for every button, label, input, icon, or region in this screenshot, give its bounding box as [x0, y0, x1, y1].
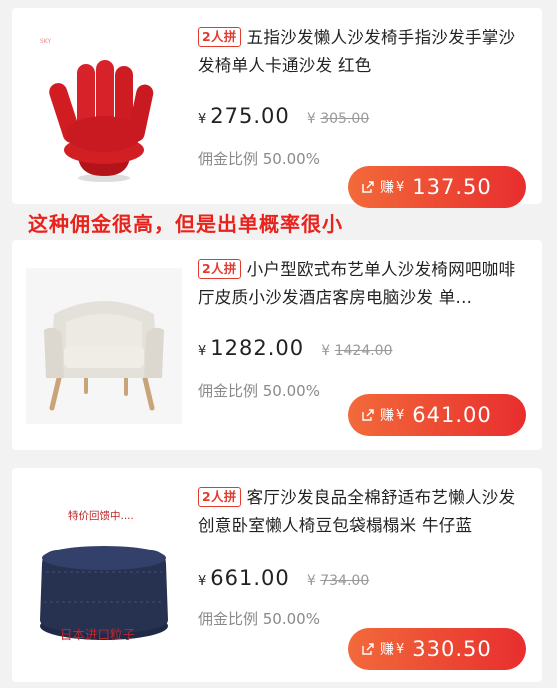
earn-button[interactable]: 赚 ¥ 137.50 — [348, 166, 526, 208]
image-watermark: SKY — [40, 38, 52, 45]
currency-symbol: ¥ — [198, 574, 207, 589]
currency-symbol: ¥ — [198, 344, 207, 359]
commission-rate: 佣金比例 50.00% — [198, 150, 320, 168]
product-image[interactable]: SKY — [26, 30, 182, 186]
image-caption-top: 特价回馈中.... — [68, 510, 134, 522]
product-title-text: 小户型欧式布艺单人沙发椅网吧咖啡厅皮质小沙发酒店客房电脑沙发 单... — [198, 260, 516, 307]
hand-chair-image — [49, 60, 154, 182]
group-buy-tag: 2人拼 — [198, 27, 241, 47]
earn-button[interactable]: 赚 ¥ 641.00 — [348, 394, 526, 436]
earn-currency: ¥ — [396, 179, 405, 195]
product-title-text: 五指沙发懒人沙发椅手指沙发手掌沙发椅单人卡通沙发 红色 — [198, 28, 516, 75]
currency-symbol: ¥ — [198, 112, 207, 127]
current-price: 275.00 — [210, 104, 290, 128]
original-price: ¥ 734.00 — [306, 573, 370, 589]
commission-rate: 佣金比例 50.00% — [198, 382, 320, 400]
image-caption-bottom: 日本进口粒子 — [60, 627, 136, 642]
earn-label: 赚 — [380, 180, 394, 196]
earn-label: 赚 — [380, 408, 394, 424]
annotation-note: 这种佣金很高，但是出单概率很小 — [28, 212, 343, 236]
earn-currency: ¥ — [396, 407, 405, 423]
product-card[interactable]: SKY 2人拼 五指沙发懒人沙发椅手指沙发手掌沙发椅单人卡通沙发 红色 ¥275.… — [12, 8, 542, 208]
commission-rate: 佣金比例 50.00% — [198, 610, 320, 628]
share-icon — [362, 181, 374, 193]
original-price: ¥ 1424.00 — [321, 343, 393, 359]
share-icon — [362, 409, 374, 421]
beanbag-image — [40, 546, 168, 640]
armchair-image — [26, 268, 182, 424]
product-image[interactable]: 特价回馈中.... 日本进口粒子 — [26, 502, 182, 670]
product-title-text: 客厅沙发良品全棉舒适布艺懒人沙发 创意卧室懒人椅豆包袋榻榻米 牛仔蓝 — [198, 488, 516, 535]
price-row: ¥661.00 ¥ 734.00 — [198, 566, 369, 590]
product-title[interactable]: 2人拼 五指沙发懒人沙发椅手指沙发手掌沙发椅单人卡通沙发 红色 — [198, 24, 526, 80]
price-row: ¥1282.00 ¥ 1424.00 — [198, 336, 393, 360]
earn-label: 赚 — [380, 642, 394, 658]
product-card[interactable]: 特价回馈中.... 日本进口粒子 2人拼 客厅沙发良品全棉舒适布艺懒人沙发 创意卧… — [12, 468, 542, 682]
product-card[interactable]: 2人拼 小户型欧式布艺单人沙发椅网吧咖啡厅皮质小沙发酒店客房电脑沙发 单... ¥… — [12, 240, 542, 450]
original-price: ¥ 305.00 — [306, 111, 370, 127]
earn-currency: ¥ — [396, 641, 405, 657]
price-row: ¥275.00 ¥ 305.00 — [198, 104, 369, 128]
current-price: 1282.00 — [210, 336, 305, 360]
current-price: 661.00 — [210, 566, 290, 590]
earn-button[interactable]: 赚 ¥ 330.50 — [348, 628, 526, 670]
earn-value: 641.00 — [412, 403, 492, 427]
earn-value: 137.50 — [412, 175, 492, 199]
earn-value: 330.50 — [412, 637, 492, 661]
product-image[interactable] — [26, 268, 182, 424]
group-buy-tag: 2人拼 — [198, 487, 241, 507]
product-title[interactable]: 2人拼 小户型欧式布艺单人沙发椅网吧咖啡厅皮质小沙发酒店客房电脑沙发 单... — [198, 256, 526, 312]
group-buy-tag: 2人拼 — [198, 259, 241, 279]
product-title[interactable]: 2人拼 客厅沙发良品全棉舒适布艺懒人沙发 创意卧室懒人椅豆包袋榻榻米 牛仔蓝 — [198, 484, 526, 540]
share-icon — [362, 643, 374, 655]
